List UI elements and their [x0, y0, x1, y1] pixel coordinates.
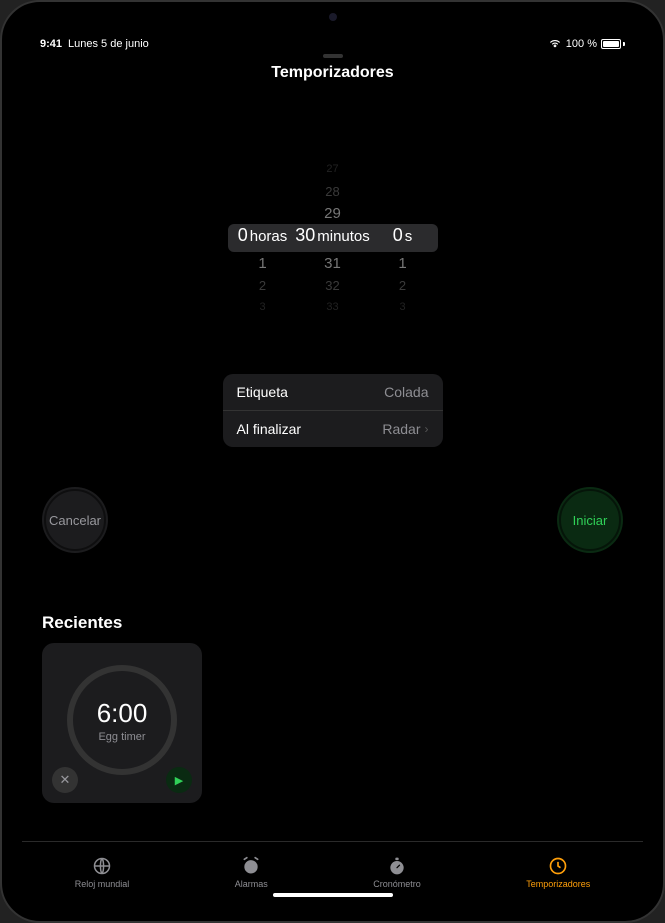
picker-seconds-unit: s: [405, 228, 413, 245]
recent-play-button[interactable]: ▶: [166, 767, 192, 793]
recent-timer-card[interactable]: 6:00 Egg timer ✕ ▶: [42, 643, 202, 803]
recents-section: Recientes 6:00 Egg timer ✕ ▶: [22, 613, 643, 803]
when-finished-title: Al finalizar: [237, 421, 302, 437]
cancel-button-label: Cancelar: [49, 513, 101, 528]
wifi-icon: [548, 38, 562, 51]
picker-hours-unit: horas: [250, 228, 288, 245]
device-frame: 9:41 Lunes 5 de junio 100 % Temporizador…: [0, 0, 665, 923]
picker-minutes-column[interactable]: 27 28 29 30 minutos 31 32 33: [298, 158, 368, 318]
label-row-value: Colada: [384, 384, 428, 400]
recent-delete-button[interactable]: ✕: [52, 767, 78, 793]
picker-seconds-column[interactable]: 0 s 1 2 3: [368, 158, 438, 318]
tab-label: Temporizadores: [526, 879, 590, 889]
tab-label: Cronómetro: [373, 879, 421, 889]
tab-world-clock[interactable]: Reloj mundial: [75, 855, 130, 889]
home-indicator[interactable]: [273, 893, 393, 897]
label-row[interactable]: Etiqueta Colada: [223, 374, 443, 410]
tab-label: Reloj mundial: [75, 879, 130, 889]
start-button-label: Iniciar: [573, 513, 608, 528]
picker-seconds-value: 0: [393, 224, 403, 246]
recents-title: Recientes: [42, 613, 623, 633]
picker-minutes-value: 30: [295, 224, 315, 246]
play-icon: ▶: [175, 774, 183, 787]
stopwatch-icon: [386, 855, 408, 877]
multitask-pill[interactable]: [323, 54, 343, 58]
recent-timer-time: 6:00: [97, 698, 148, 729]
status-bar: 9:41 Lunes 5 de junio 100 %: [22, 34, 643, 54]
tab-bar: Reloj mundial Alarmas Cronómetro Tempori…: [22, 841, 643, 901]
close-icon: ✕: [60, 772, 71, 788]
picker-hours-column[interactable]: 0 horas 1 2 3: [228, 158, 298, 318]
tab-label: Alarmas: [235, 879, 268, 889]
when-finished-value: Radar: [382, 421, 420, 437]
screen: 9:41 Lunes 5 de junio 100 % Temporizador…: [22, 22, 643, 901]
page-title: Temporizadores: [22, 54, 643, 88]
camera-dot: [329, 13, 337, 21]
globe-icon: [91, 855, 113, 877]
status-time: 9:41: [40, 38, 62, 50]
label-row-title: Etiqueta: [237, 384, 288, 400]
duration-picker[interactable]: 0 horas 1 2 3 27 28 29 30 minutos: [228, 138, 438, 338]
picker-minutes-unit: minutos: [317, 228, 370, 245]
tab-timers[interactable]: Temporizadores: [526, 855, 590, 889]
status-date: Lunes 5 de junio: [68, 38, 149, 50]
action-row: Cancelar Iniciar: [22, 487, 643, 553]
alarm-icon: [240, 855, 262, 877]
tab-alarms[interactable]: Alarmas: [235, 855, 268, 889]
chevron-right-icon: ›: [425, 422, 429, 436]
recent-timer-label: Egg timer: [98, 731, 145, 743]
when-finished-row[interactable]: Al finalizar Radar ›: [223, 410, 443, 447]
timer-settings-list: Etiqueta Colada Al finalizar Radar ›: [223, 374, 443, 447]
picker-hours-value: 0: [238, 224, 248, 246]
battery-icon: [601, 39, 625, 49]
timer-progress-ring: 6:00 Egg timer: [67, 665, 177, 775]
battery-percent: 100 %: [566, 38, 597, 50]
cancel-button[interactable]: Cancelar: [42, 487, 108, 553]
tab-stopwatch[interactable]: Cronómetro: [373, 855, 421, 889]
start-button[interactable]: Iniciar: [557, 487, 623, 553]
timer-icon: [547, 855, 569, 877]
